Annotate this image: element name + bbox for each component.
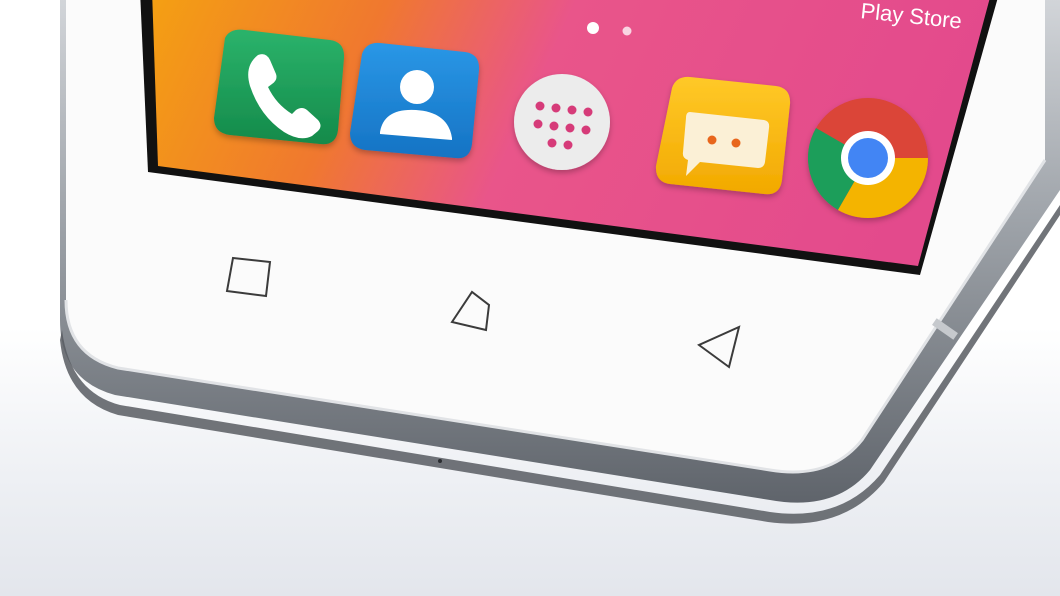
page-indicator-dot-active — [587, 22, 599, 34]
phone-icon[interactable] — [214, 29, 345, 145]
page-indicator-dot — [622, 26, 632, 36]
phone-product-photo: Play Store — [60, 0, 1060, 524]
microphone-hole — [438, 459, 442, 463]
chrome-icon[interactable] — [807, 98, 928, 219]
app-drawer-icon[interactable] — [514, 74, 610, 170]
messaging-icon[interactable] — [655, 76, 791, 195]
contacts-icon[interactable] — [350, 42, 480, 159]
